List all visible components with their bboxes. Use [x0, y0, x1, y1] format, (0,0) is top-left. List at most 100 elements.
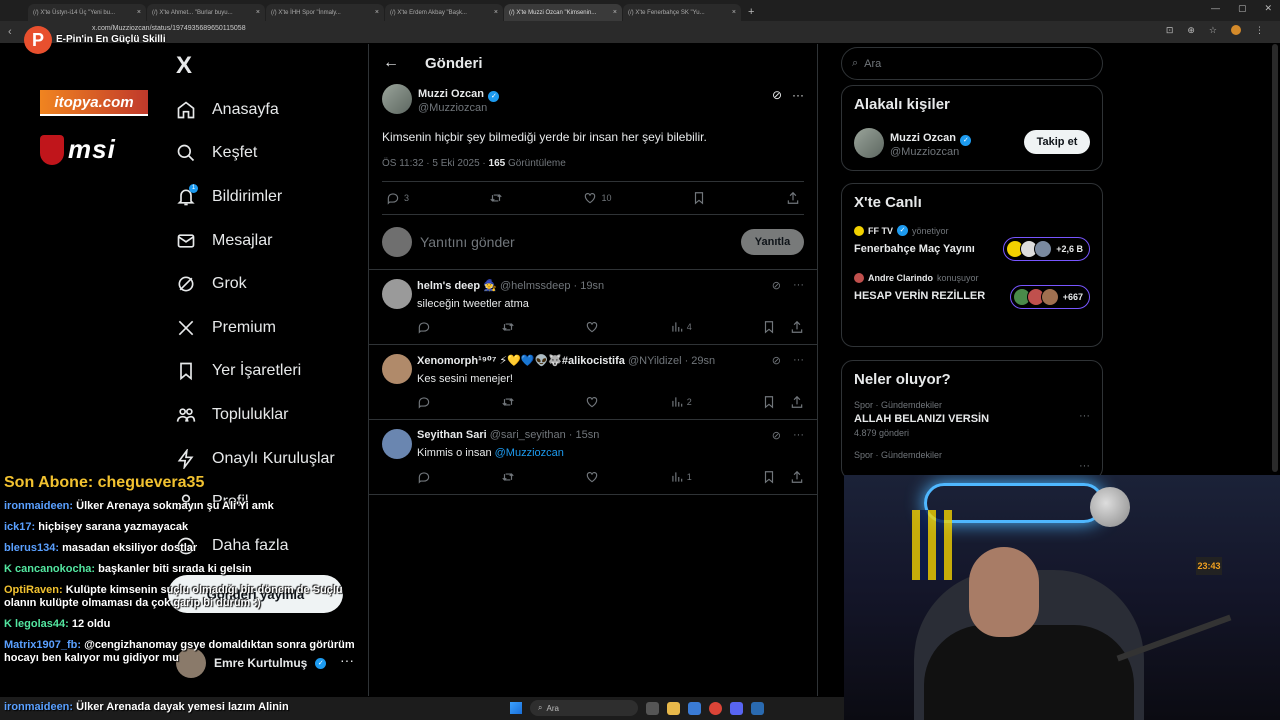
sidebar-item-home[interactable]: Anasayfa: [176, 88, 335, 132]
retweet-button[interactable]: [501, 470, 515, 484]
reply-tweet[interactable]: helm's deep 🧙 @helmssdeep · 19sn sileceğ…: [369, 270, 817, 345]
more-icon[interactable]: ···: [1079, 410, 1090, 422]
like-button[interactable]: [585, 320, 599, 334]
close-window-icon[interactable]: ✕: [1264, 3, 1272, 14]
grok-icon[interactable]: ⊘: [772, 279, 781, 292]
close-icon[interactable]: ×: [256, 9, 260, 16]
reply-author-name[interactable]: Xenomorph¹⁹⁰⁷ ⚡💛💙👽🐺#alikocistifa: [417, 355, 625, 367]
browser-tab[interactable]: (/) X'te Ahmet... "Burlar buyu... ×: [147, 4, 265, 21]
tweet-time[interactable]: ÖS 11:32 · 5 Eki 2025 ·: [382, 158, 489, 169]
sidebar-item-premium[interactable]: Premium: [176, 306, 335, 350]
mention-link[interactable]: @Muzziozcan: [495, 447, 564, 459]
bookmark-icon[interactable]: [762, 395, 776, 409]
reply-handle[interactable]: @NYildizel · 29sn: [628, 355, 715, 367]
listener-pill[interactable]: +667: [1009, 285, 1090, 309]
like-button[interactable]: [585, 470, 599, 484]
reply-handle[interactable]: @sari_seyithan · 15sn: [490, 429, 600, 441]
avatar[interactable]: [382, 354, 412, 384]
profile-avatar[interactable]: [1231, 25, 1241, 35]
more-icon[interactable]: ···: [1079, 460, 1090, 472]
share-icon[interactable]: [790, 395, 804, 409]
live-space[interactable]: Andre Clarindo konuşuyor HESAP VERİN REZİ…: [854, 273, 1090, 309]
more-icon[interactable]: ···: [793, 354, 804, 367]
like-button[interactable]: [585, 395, 599, 409]
share-icon[interactable]: [790, 470, 804, 484]
bookmark-icon[interactable]: [762, 320, 776, 334]
avatar[interactable]: [382, 429, 412, 459]
chrome-icon[interactable]: [709, 701, 722, 715]
maximize-icon[interactable]: ▢: [1238, 3, 1247, 14]
grok-icon[interactable]: ⊘: [772, 88, 782, 102]
reply-button[interactable]: [417, 395, 431, 409]
close-icon[interactable]: ×: [732, 9, 736, 16]
grok-icon[interactable]: ⊘: [772, 354, 781, 367]
search-input[interactable]: ⌕ Ara: [841, 47, 1103, 80]
back-arrow-icon[interactable]: ←: [383, 54, 399, 72]
views-button[interactable]: 4: [670, 320, 692, 334]
live-space[interactable]: FF TV ✓ yönetiyor Fenerbahçe Maç Yayını +2…: [854, 225, 1090, 261]
star-icon[interactable]: ☆: [1209, 25, 1217, 36]
install-icon[interactable]: ⊡: [1166, 25, 1174, 36]
close-icon[interactable]: ×: [613, 9, 617, 16]
zoom-icon[interactable]: ⊕: [1187, 25, 1195, 36]
close-icon[interactable]: ×: [137, 9, 141, 16]
avatar[interactable]: [382, 84, 412, 114]
bookmark-button[interactable]: [692, 191, 706, 205]
discord-icon[interactable]: [730, 701, 743, 715]
retweet-button[interactable]: [489, 191, 503, 205]
author-handle[interactable]: @Muzziozcan: [418, 102, 499, 114]
follow-button[interactable]: Takip et: [1024, 130, 1090, 154]
views-button[interactable]: 1: [670, 470, 692, 484]
reply-author-name[interactable]: Seyithan Sari: [417, 429, 487, 441]
browser-tab[interactable]: (/) X'te Üstyn-i14 Üç "Yeni bu... ×: [28, 4, 146, 21]
windows-start-icon[interactable]: [510, 702, 522, 714]
sidebar-item-notifications[interactable]: 1 Bildirimler: [176, 175, 335, 219]
taskbar-search[interactable]: ⌕ Ara: [530, 700, 638, 716]
reply-tweet[interactable]: Xenomorph¹⁹⁰⁷ ⚡💛💙👽🐺#alikocistifa @NYildi…: [369, 345, 817, 420]
grok-icon[interactable]: ⊘: [772, 429, 781, 442]
related-handle[interactable]: @Muzziozcan: [890, 146, 971, 158]
browser-tab[interactable]: (/) X'te İHH Spor "İnmaly... ×: [266, 4, 384, 21]
reply-input[interactable]: Yanıtını gönder: [420, 234, 515, 250]
sidebar-item-explore[interactable]: Keşfet: [176, 132, 335, 176]
more-icon[interactable]: ···: [793, 279, 804, 292]
author-name[interactable]: Muzzi Ozcan: [418, 88, 484, 100]
browser-tab-active[interactable]: (/) X'te Muzzi Ozcan "Kimsenin... ×: [504, 4, 622, 21]
more-icon[interactable]: ···: [792, 88, 804, 102]
reply-handle[interactable]: @helmssdeep · 19sn: [500, 280, 604, 292]
url-field[interactable]: x.com/Muzziozcan/status/1974935689650115…: [92, 25, 246, 32]
share-icon[interactable]: [790, 320, 804, 334]
close-icon[interactable]: ×: [375, 9, 379, 16]
menu-icon[interactable]: ⋮: [1255, 25, 1264, 36]
reply-author-name[interactable]: helm's deep: [417, 280, 480, 292]
reply-button[interactable]: 3: [386, 191, 409, 205]
reply-tweet[interactable]: Seyithan Sari @sari_seyithan · 15sn Kimm…: [369, 420, 817, 495]
related-person[interactable]: Muzzi Ozcan ✓ @Muzziozcan Takip et: [854, 128, 1090, 158]
sidebar-item-messages[interactable]: Mesajlar: [176, 219, 335, 263]
browser-tab[interactable]: (/) X'te Fenerbahçe SK "Yu... ×: [623, 4, 741, 21]
new-tab-button[interactable]: +: [748, 4, 754, 21]
reply-button[interactable]: [417, 470, 431, 484]
reply-button[interactable]: [417, 320, 431, 334]
sidebar-item-grok[interactable]: Grok: [176, 262, 335, 306]
views-button[interactable]: 2: [670, 395, 692, 409]
listener-pill[interactable]: +2,6 B: [1003, 237, 1090, 261]
task-view-icon[interactable]: [646, 701, 659, 715]
close-icon[interactable]: ×: [494, 9, 498, 16]
more-icon[interactable]: ···: [793, 429, 804, 442]
sidebar-item-bookmarks[interactable]: Yer İşaretleri: [176, 350, 335, 394]
tweet-author[interactable]: Muzzi Ozcan ✓ @Muzziozcan: [382, 84, 804, 114]
sidebar-item-communities[interactable]: Topluluklar: [176, 393, 335, 437]
minimize-icon[interactable]: —: [1211, 3, 1220, 14]
share-button[interactable]: [786, 191, 800, 205]
trend-item[interactable]: Spor · Gündemdekiler ALLAH BELANIZI VERS…: [854, 400, 1090, 438]
trend-item[interactable]: Spor · Gündemdekiler ···: [854, 450, 1090, 472]
bookmark-icon[interactable]: [762, 470, 776, 484]
browser-tab[interactable]: (/) X'te Erdem Akbay "Başk... ×: [385, 4, 503, 21]
store-icon[interactable]: [688, 701, 701, 715]
x-logo[interactable]: X: [176, 52, 192, 80]
like-button[interactable]: 10: [583, 191, 612, 205]
folder-icon[interactable]: [667, 701, 680, 715]
avatar[interactable]: [854, 128, 884, 158]
retweet-button[interactable]: [501, 320, 515, 334]
